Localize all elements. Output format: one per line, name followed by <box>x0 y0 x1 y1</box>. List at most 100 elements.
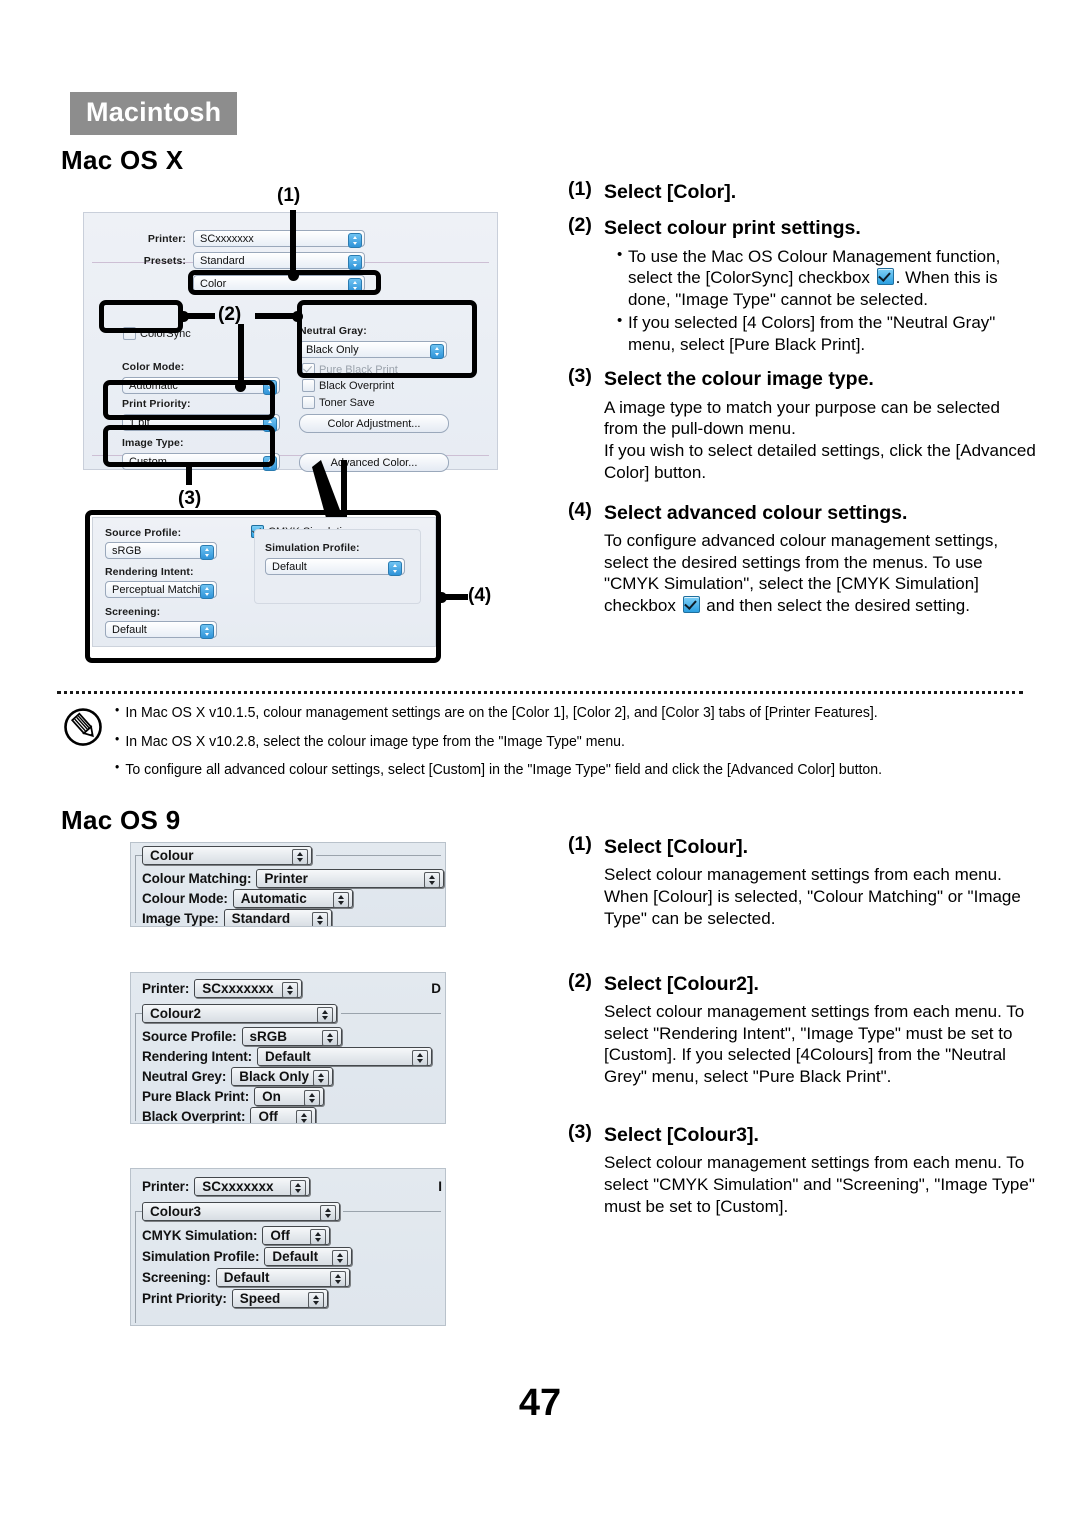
printer-value: SCxxxxxxx <box>202 981 274 996</box>
colour-matching-select[interactable]: Printer <box>256 869 445 888</box>
callout-dot-4 <box>436 592 447 603</box>
step-3-para-2: If you wish to select detailed settings,… <box>604 441 1036 482</box>
os9-step-3-body: Select colour management settings from e… <box>604 1152 1038 1217</box>
image-type-value: Standard <box>231 911 291 926</box>
printer-select[interactable]: SCxxxxxxx <box>193 230 365 248</box>
simulation-profile-value: Default <box>272 1249 319 1264</box>
os9-step-2-body: Select colour management settings from e… <box>604 1001 1038 1088</box>
callout-label-1: (1) <box>277 185 301 206</box>
cmyk-simulation-select[interactable]: Off <box>262 1226 331 1245</box>
stepper-arrows-icon <box>317 1007 333 1023</box>
os9-row-colour-mode: Colour Mode: Automatic <box>142 889 353 908</box>
step-2-bullet-1: To use the Mac OS Colour Management func… <box>617 244 1038 311</box>
os9-step-2: (2) Select [Colour2]. <box>568 970 1038 999</box>
black-overprint-label: Black Overprint: <box>142 1109 246 1124</box>
toner-save-checkbox[interactable]: Toner Save <box>302 396 375 409</box>
callout-frame-1 <box>188 270 381 295</box>
os9-row-black-overprint: Black Overprint: Off <box>142 1107 317 1124</box>
simulation-profile-select[interactable]: Default <box>264 1247 353 1266</box>
rendering-intent-select[interactable]: Default <box>257 1047 433 1066</box>
print-priority-select[interactable]: Speed <box>231 1289 328 1308</box>
printer-row: Printer: SCxxxxxxx <box>128 230 488 248</box>
checkbox-box-icon <box>302 396 315 409</box>
print-priority-label: Print Priority: <box>142 1291 227 1306</box>
checkbox-glyph-icon <box>876 268 894 286</box>
step-2-bullet-2: If you selected [4 Colors] from the "Neu… <box>617 311 1038 356</box>
simulation-profile-label: Simulation Profile: <box>142 1249 260 1264</box>
callout-leader-3 <box>186 465 192 485</box>
step-1-number: (1) <box>568 178 592 200</box>
color-adjustment-button[interactable]: Color Adjustment... <box>299 414 449 433</box>
os9-step-1-para: Select colour management settings from e… <box>604 865 1021 928</box>
print-priority-value: Speed <box>239 1291 281 1306</box>
section-heading-mac-os-9: Mac OS 9 <box>61 805 181 835</box>
page-number: 47 <box>518 1382 562 1424</box>
stepper-arrows-icon <box>311 912 328 926</box>
toner-save-label: Toner Save <box>319 396 375 409</box>
stepper-arrows-icon <box>412 1050 429 1066</box>
stepper-arrows-icon <box>296 1110 313 1123</box>
os9-row-pure-black-print: Pure Black Print: On <box>142 1087 325 1106</box>
os9-step-1-number: (1) <box>568 833 592 855</box>
os9-tab-select-colour2[interactable]: Colour2 <box>142 1004 337 1023</box>
printer-value: SCxxxxxxx <box>200 232 254 245</box>
black-overprint-value: Off <box>258 1109 278 1124</box>
printer-label: Printer: <box>142 1179 190 1194</box>
note-item-1: In Mac OS X v10.1.5, colour management s… <box>115 702 970 723</box>
printer-select[interactable]: SCxxxxxxx <box>194 979 303 998</box>
step-1-heading: Select [Color]. <box>604 181 737 203</box>
stepper-arrows-icon <box>290 1180 307 1196</box>
note-item-3: To configure all advanced colour setting… <box>115 759 970 780</box>
step-4-heading: Select advanced colour settings. <box>604 501 908 524</box>
pure-black-print-value: On <box>262 1089 281 1104</box>
step-3: (3) Select the colour image type. <box>568 365 1038 394</box>
step-4-number: (4) <box>568 498 592 521</box>
black-overprint-checkbox[interactable]: Black Overprint <box>302 379 394 392</box>
colour-matching-value: Printer <box>264 871 308 886</box>
pure-black-print-select[interactable]: On <box>254 1087 325 1106</box>
os9-tab-value: Colour <box>150 848 194 863</box>
step-2: (2) Select colour print settings. <box>568 214 1038 243</box>
step-4-para-1: To configure advanced colour management … <box>604 530 999 615</box>
os9-row-source-profile: Source Profile: sRGB <box>142 1027 342 1046</box>
os9-tab-value: Colour2 <box>150 1006 202 1021</box>
step-3-body: A image type to match your purpose can b… <box>604 397 1038 484</box>
image-type-select[interactable]: Standard <box>223 909 332 926</box>
printer-value: SCxxxxxxx <box>202 1179 274 1194</box>
os9-row-image-type: Image Type: Standard <box>142 909 332 926</box>
stepper-arrows-icon <box>304 1090 321 1106</box>
neutral-grey-value: Black Only <box>239 1069 310 1084</box>
neutral-grey-label: Neutral Grey: <box>142 1069 227 1084</box>
image-type-label: Image Type: <box>142 911 219 926</box>
screening-select[interactable]: Default <box>215 1268 350 1287</box>
mac-os-9-instructions: (1) Select [Colour]. Select colour manag… <box>568 833 1038 1217</box>
stepper-arrows-icon <box>292 849 308 865</box>
callout-leader-1 <box>290 210 296 276</box>
neutral-grey-select[interactable]: Black Only <box>231 1067 334 1086</box>
os9-tab-select-colour[interactable]: Colour <box>142 846 312 865</box>
source-profile-value: sRGB <box>249 1029 288 1044</box>
step-2-number: (2) <box>568 214 592 237</box>
stepper-arrows-icon <box>321 1030 338 1046</box>
os9-tab-select-colour3[interactable]: Colour3 <box>142 1202 340 1221</box>
platform-tab-macintosh: Macintosh <box>70 92 238 135</box>
printer-label: Printer: <box>147 232 186 245</box>
os9-step-2-heading: Select [Colour2]. <box>604 972 759 995</box>
stepper-arrows-icon <box>320 1205 336 1221</box>
colour-matching-label: Colour Matching: <box>142 871 252 886</box>
black-overprint-select[interactable]: Off <box>250 1107 317 1124</box>
colour-mode-select[interactable]: Automatic <box>232 889 353 908</box>
pencil-note-icon <box>64 708 102 746</box>
printer-select[interactable]: SCxxxxxxx <box>194 1177 311 1196</box>
pure-black-print-label: Pure Black Print: <box>142 1089 250 1104</box>
stepper-arrows-icon <box>310 1229 327 1245</box>
presets-row: Presets: Standard <box>128 252 488 270</box>
os9-row-print-priority: Print Priority: Speed <box>142 1289 328 1308</box>
colour-mode-label: Colour Mode: <box>142 891 228 906</box>
callout-leader-2-down <box>238 324 244 388</box>
source-profile-select[interactable]: sRGB <box>241 1027 342 1046</box>
stepper-arrows-icon <box>348 254 362 270</box>
presets-select[interactable]: Standard <box>193 252 365 270</box>
step-1: (1) Select [Color]. <box>568 178 1038 207</box>
stepper-arrows-icon <box>282 982 299 998</box>
